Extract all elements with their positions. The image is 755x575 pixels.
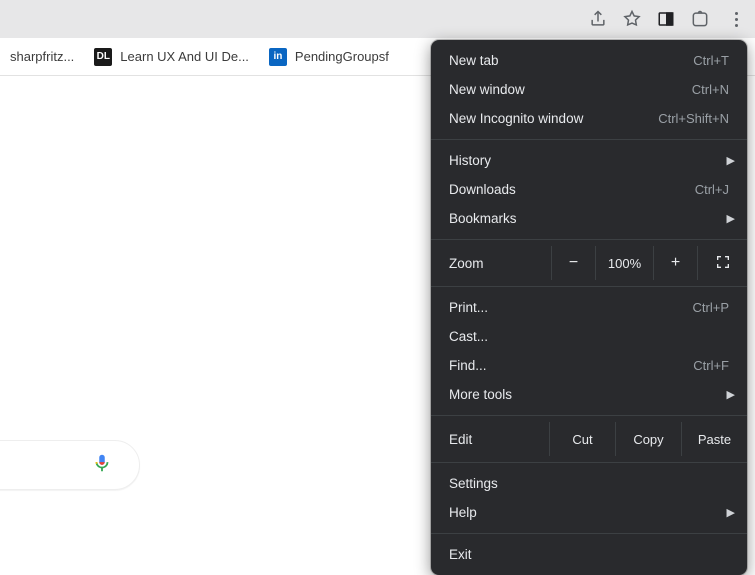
menu-item-label: New tab [449,53,693,68]
menu-item-label: Downloads [449,182,695,197]
bookmark-favicon: DL [94,48,112,66]
menu-separator [431,462,747,463]
bookmark-item[interactable]: sharpfritz... [0,38,84,75]
star-icon[interactable] [621,8,643,30]
menu-item-find[interactable]: Find... Ctrl+F [431,351,747,380]
menu-item-accel: Ctrl+T [693,53,729,68]
menu-item-exit[interactable]: Exit [431,540,747,569]
copy-button[interactable]: Copy [615,422,681,456]
menu-item-label: Settings [449,476,729,491]
menu-item-label: History [449,153,729,168]
menu-item-label: Cast... [449,329,729,344]
zoom-label: Zoom [431,246,551,280]
zoom-out-button[interactable]: − [551,246,595,280]
search-box[interactable] [0,440,140,490]
chevron-right-icon: ▶ [727,388,735,401]
mic-icon[interactable] [91,452,113,479]
menu-item-downloads[interactable]: Downloads Ctrl+J [431,175,747,204]
side-panel-icon[interactable] [655,8,677,30]
menu-item-bookmarks[interactable]: Bookmarks ▶ [431,204,747,233]
menu-item-label: Print... [449,300,693,315]
menu-item-label: Find... [449,358,693,373]
menu-item-new-tab[interactable]: New tab Ctrl+T [431,46,747,75]
zoom-in-button[interactable]: + [653,246,697,280]
menu-item-new-window[interactable]: New window Ctrl+N [431,75,747,104]
bookmark-item[interactable]: DL Learn UX And UI De... [84,38,259,75]
edit-label: Edit [431,422,549,456]
menu-item-print[interactable]: Print... Ctrl+P [431,293,747,322]
dots-vertical-icon [735,12,738,27]
menu-item-label: Exit [449,547,729,562]
chevron-right-icon: ▶ [727,154,735,167]
menu-separator [431,415,747,416]
menu-item-help[interactable]: Help ▶ [431,498,747,527]
menu-separator [431,239,747,240]
browser-toolbar [0,0,755,38]
menu-item-accel: Ctrl+F [693,358,729,373]
paste-button[interactable]: Paste [681,422,747,456]
menu-item-edit: Edit Cut Copy Paste [431,422,747,456]
bookmark-label: PendingGroupsf [295,49,389,64]
menu-separator [431,139,747,140]
bookmark-favicon: in [269,48,287,66]
extension-icon[interactable] [689,8,711,30]
menu-item-cast[interactable]: Cast... [431,322,747,351]
chevron-right-icon: ▶ [727,506,735,519]
menu-item-zoom: Zoom − 100% + [431,246,747,280]
menu-item-label: Help [449,505,729,520]
menu-separator [431,286,747,287]
menu-item-more-tools[interactable]: More tools ▶ [431,380,747,409]
zoom-value: 100% [595,246,653,280]
menu-item-label: New Incognito window [449,111,658,126]
fullscreen-button[interactable] [697,246,747,280]
menu-item-accel: Ctrl+Shift+N [658,111,729,126]
menu-item-history[interactable]: History ▶ [431,146,747,175]
menu-button[interactable] [723,6,749,32]
menu-item-accel: Ctrl+P [693,300,729,315]
menu-item-label: New window [449,82,692,97]
cut-button[interactable]: Cut [549,422,615,456]
menu-item-label: More tools [449,387,729,402]
share-icon[interactable] [587,8,609,30]
menu-item-new-incognito[interactable]: New Incognito window Ctrl+Shift+N [431,104,747,133]
bookmark-label: Learn UX And UI De... [120,49,249,64]
bookmark-label: sharpfritz... [10,49,74,64]
menu-item-label: Bookmarks [449,211,729,226]
bookmark-item[interactable]: in PendingGroupsf [259,38,399,75]
chevron-right-icon: ▶ [727,212,735,225]
menu-item-accel: Ctrl+N [692,82,729,97]
menu-item-settings[interactable]: Settings [431,469,747,498]
menu-separator [431,533,747,534]
browser-menu: New tab Ctrl+T New window Ctrl+N New Inc… [431,40,747,575]
fullscreen-icon [715,254,731,273]
menu-item-accel: Ctrl+J [695,182,729,197]
